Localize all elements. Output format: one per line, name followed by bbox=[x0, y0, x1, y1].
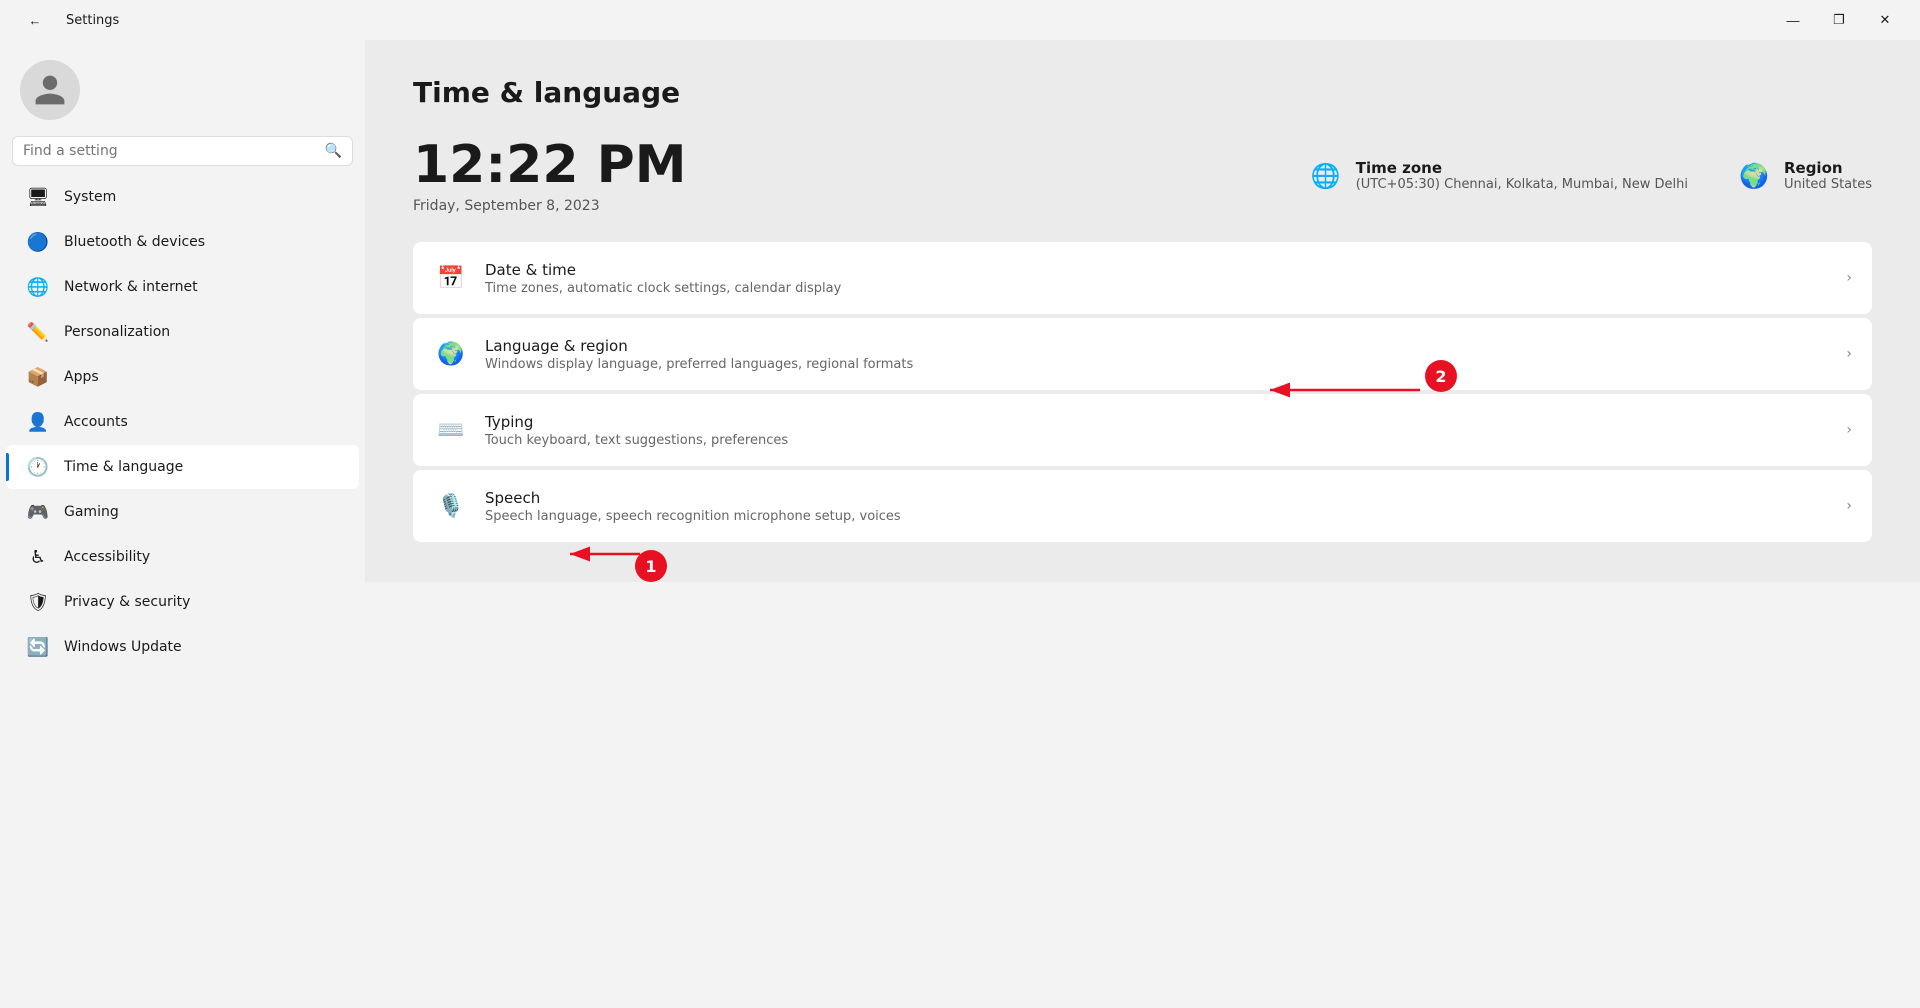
settings-card-datetime[interactable]: 📅 Date & time Time zones, automatic cloc… bbox=[413, 242, 1872, 314]
sidebar-item-bluetooth[interactable]: 🔵 Bluetooth & devices bbox=[6, 220, 359, 264]
profile-section bbox=[0, 40, 365, 136]
settings-card-typing[interactable]: ⌨️ Typing Touch keyboard, text suggestio… bbox=[413, 394, 1872, 466]
nav-label-bluetooth: Bluetooth & devices bbox=[64, 234, 205, 250]
sidebar-item-gaming[interactable]: 🎮 Gaming bbox=[6, 490, 359, 534]
nav-icon-network: 🌐 bbox=[26, 275, 50, 299]
nav-icon-personalization: ✏️ bbox=[26, 320, 50, 344]
nav-label-network: Network & internet bbox=[64, 279, 198, 295]
card-chevron-datetime: › bbox=[1846, 270, 1852, 286]
page-title: Time & language bbox=[413, 76, 1872, 109]
nav-label-apps: Apps bbox=[64, 369, 99, 385]
nav-icon-gaming: 🎮 bbox=[26, 500, 50, 524]
minimize-button[interactable]: — bbox=[1770, 4, 1816, 36]
sidebar-nav: 🖥 System 🔵 Bluetooth & devices 🌐 Network… bbox=[0, 174, 365, 670]
sidebar-item-accounts[interactable]: 👤 Accounts bbox=[6, 400, 359, 444]
timezone-value: (UTC+05:30) Chennai, Kolkata, Mumbai, Ne… bbox=[1356, 177, 1688, 192]
nav-label-windowsupdate: Windows Update bbox=[64, 639, 182, 655]
search-box[interactable]: 🔍 bbox=[12, 136, 353, 166]
date-display: Friday, September 8, 2023 bbox=[413, 198, 1308, 214]
region-value: United States bbox=[1784, 177, 1872, 192]
nav-label-privacy: Privacy & security bbox=[64, 594, 190, 610]
sidebar-item-accessibility[interactable]: ♿ Accessibility bbox=[6, 535, 359, 579]
content-wrapper: Time & language 12:22 PM Friday, Septemb… bbox=[365, 40, 1920, 1008]
nav-label-gaming: Gaming bbox=[64, 504, 119, 520]
back-button[interactable]: ← bbox=[12, 4, 58, 36]
search-icon: 🔍 bbox=[325, 143, 342, 159]
title-bar: ← Settings — ❐ ✕ bbox=[0, 0, 1920, 40]
card-subtitle-typing: Touch keyboard, text suggestions, prefer… bbox=[485, 433, 1830, 448]
card-icon-typing: ⌨️ bbox=[433, 412, 469, 448]
close-button[interactable]: ✕ bbox=[1862, 4, 1908, 36]
nav-icon-accounts: 👤 bbox=[26, 410, 50, 434]
nav-icon-privacy: 🛡 bbox=[26, 590, 50, 614]
card-chevron-language: › bbox=[1846, 346, 1852, 362]
card-chevron-typing: › bbox=[1846, 422, 1852, 438]
sidebar-item-windowsupdate[interactable]: 🔄 Windows Update bbox=[6, 625, 359, 669]
nav-icon-time: 🕐 bbox=[26, 455, 50, 479]
sidebar-item-apps[interactable]: 📦 Apps bbox=[6, 355, 359, 399]
settings-cards: 📅 Date & time Time zones, automatic cloc… bbox=[413, 242, 1872, 542]
window-controls: — ❐ ✕ bbox=[1770, 4, 1908, 36]
region-icon: 🌍 bbox=[1736, 158, 1772, 194]
nav-label-accounts: Accounts bbox=[64, 414, 128, 430]
nav-label-system: System bbox=[64, 189, 116, 205]
card-icon-speech: 🎙️ bbox=[433, 488, 469, 524]
search-input[interactable] bbox=[23, 143, 317, 159]
card-title-typing: Typing bbox=[485, 413, 1830, 431]
settings-card-speech[interactable]: 🎙️ Speech Speech language, speech recogn… bbox=[413, 470, 1872, 542]
time-info-group: 🌐 Time zone (UTC+05:30) Chennai, Kolkata… bbox=[1308, 158, 1872, 194]
settings-card-language[interactable]: 🌍 Language & region Windows display lang… bbox=[413, 318, 1872, 390]
clock-display: 12:22 PM bbox=[413, 137, 1308, 194]
timezone-label: Time zone bbox=[1356, 159, 1688, 177]
person-icon bbox=[32, 72, 68, 108]
app-title: Settings bbox=[66, 13, 119, 28]
card-icon-datetime: 📅 bbox=[433, 260, 469, 296]
avatar[interactable] bbox=[20, 60, 80, 120]
region-info: 🌍 Region United States bbox=[1736, 158, 1872, 194]
card-title-datetime: Date & time bbox=[485, 261, 1830, 279]
sidebar-item-network[interactable]: 🌐 Network & internet bbox=[6, 265, 359, 309]
maximize-button[interactable]: ❐ bbox=[1816, 4, 1862, 36]
card-title-language: Language & region bbox=[485, 337, 1830, 355]
region-label: Region bbox=[1784, 159, 1872, 177]
timezone-info: 🌐 Time zone (UTC+05:30) Chennai, Kolkata… bbox=[1308, 158, 1688, 194]
card-subtitle-datetime: Time zones, automatic clock settings, ca… bbox=[485, 281, 1830, 296]
sidebar-item-time[interactable]: 🕐 Time & language bbox=[6, 445, 359, 489]
nav-icon-windowsupdate: 🔄 bbox=[26, 635, 50, 659]
nav-icon-apps: 📦 bbox=[26, 365, 50, 389]
card-subtitle-speech: Speech language, speech recognition micr… bbox=[485, 509, 1830, 524]
sidebar: 🔍 🖥 System 🔵 Bluetooth & devices 🌐 Netwo… bbox=[0, 40, 365, 1008]
nav-icon-bluetooth: 🔵 bbox=[26, 230, 50, 254]
nav-label-personalization: Personalization bbox=[64, 324, 170, 340]
nav-icon-accessibility: ♿ bbox=[26, 545, 50, 569]
time-header: 12:22 PM Friday, September 8, 2023 🌐 Tim… bbox=[413, 137, 1872, 214]
sidebar-item-personalization[interactable]: ✏️ Personalization bbox=[6, 310, 359, 354]
card-title-speech: Speech bbox=[485, 489, 1830, 507]
time-display: 12:22 PM Friday, September 8, 2023 bbox=[413, 137, 1308, 214]
nav-label-accessibility: Accessibility bbox=[64, 549, 150, 565]
main-content: Time & language 12:22 PM Friday, Septemb… bbox=[365, 40, 1920, 582]
sidebar-item-privacy[interactable]: 🛡 Privacy & security bbox=[6, 580, 359, 624]
timezone-icon: 🌐 bbox=[1308, 158, 1344, 194]
sidebar-item-system[interactable]: 🖥 System bbox=[6, 175, 359, 219]
card-icon-language: 🌍 bbox=[433, 336, 469, 372]
card-chevron-speech: › bbox=[1846, 498, 1852, 514]
card-subtitle-language: Windows display language, preferred lang… bbox=[485, 357, 1830, 372]
nav-label-time: Time & language bbox=[64, 459, 183, 475]
nav-icon-system: 🖥 bbox=[26, 185, 50, 209]
